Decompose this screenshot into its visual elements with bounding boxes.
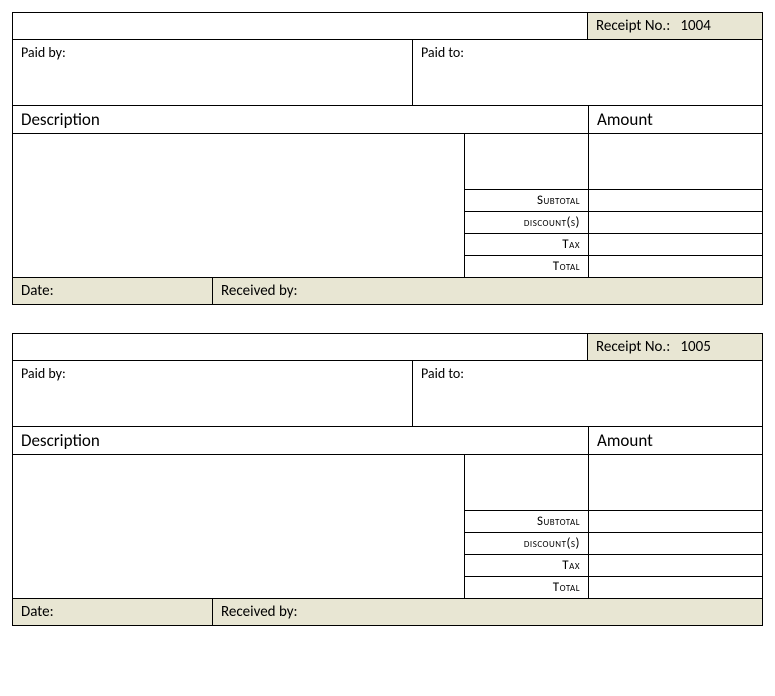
receipt-header-spacer: [13, 13, 587, 40]
paid-to-label: Paid to:: [421, 365, 464, 382]
amount-header: Amount: [589, 427, 762, 455]
discounts-value: [589, 533, 762, 555]
subtotal-value: [589, 190, 762, 212]
line-amount-label: [465, 455, 589, 511]
description-header: Description: [13, 427, 589, 455]
receipt-number-cell: Receipt No.: 1004: [587, 13, 762, 40]
subtotal-label: Subtotal: [465, 190, 589, 212]
received-by-label: Received by:: [221, 282, 298, 300]
subtotal-value: [589, 511, 762, 533]
line-amount-value: [589, 134, 762, 190]
description-header: Description: [13, 106, 589, 134]
line-amount-label: [465, 134, 589, 190]
receipt-form: Receipt No.: 1005 Paid by: Paid to: Desc…: [12, 333, 763, 626]
amount-body: Subtotal discount(s) Tax Total: [465, 455, 762, 599]
subtotal-label: Subtotal: [465, 511, 589, 533]
receipt-header-spacer: [13, 334, 587, 361]
amount-header: Amount: [589, 106, 762, 134]
date-label: Date:: [21, 282, 54, 300]
received-by-cell: Received by:: [213, 278, 762, 304]
discounts-label: discount(s): [465, 212, 589, 234]
tax-label: Tax: [465, 555, 589, 577]
paid-by-cell: Paid by:: [13, 40, 413, 106]
receipt-number-value: 1004: [680, 17, 710, 35]
paid-to-label: Paid to:: [421, 44, 464, 61]
paid-to-cell: Paid to:: [413, 40, 762, 106]
description-body: [13, 134, 465, 278]
receipt-form: Receipt No.: 1004 Paid by: Paid to: Desc…: [12, 12, 763, 305]
receipt-number-cell: Receipt No.: 1005: [587, 334, 762, 361]
total-label: Total: [465, 577, 589, 598]
tax-value: [589, 234, 762, 256]
discounts-label: discount(s): [465, 533, 589, 555]
receipt-number-label: Receipt No.:: [596, 17, 670, 35]
paid-to-cell: Paid to:: [413, 361, 762, 427]
total-value: [589, 256, 762, 277]
paid-by-cell: Paid by:: [13, 361, 413, 427]
amount-body: Subtotal discount(s) Tax Total: [465, 134, 762, 278]
date-cell: Date:: [13, 278, 213, 304]
total-value: [589, 577, 762, 598]
date-label: Date:: [21, 603, 54, 621]
date-cell: Date:: [13, 599, 213, 625]
tax-label: Tax: [465, 234, 589, 256]
tax-value: [589, 555, 762, 577]
discounts-value: [589, 212, 762, 234]
total-label: Total: [465, 256, 589, 277]
receipt-number-value: 1005: [680, 338, 710, 356]
received-by-label: Received by:: [221, 603, 298, 621]
receipt-number-label: Receipt No.:: [596, 338, 670, 356]
paid-by-label: Paid by:: [21, 365, 66, 382]
line-amount-value: [589, 455, 762, 511]
received-by-cell: Received by:: [213, 599, 762, 625]
description-body: [13, 455, 465, 599]
paid-by-label: Paid by:: [21, 44, 66, 61]
